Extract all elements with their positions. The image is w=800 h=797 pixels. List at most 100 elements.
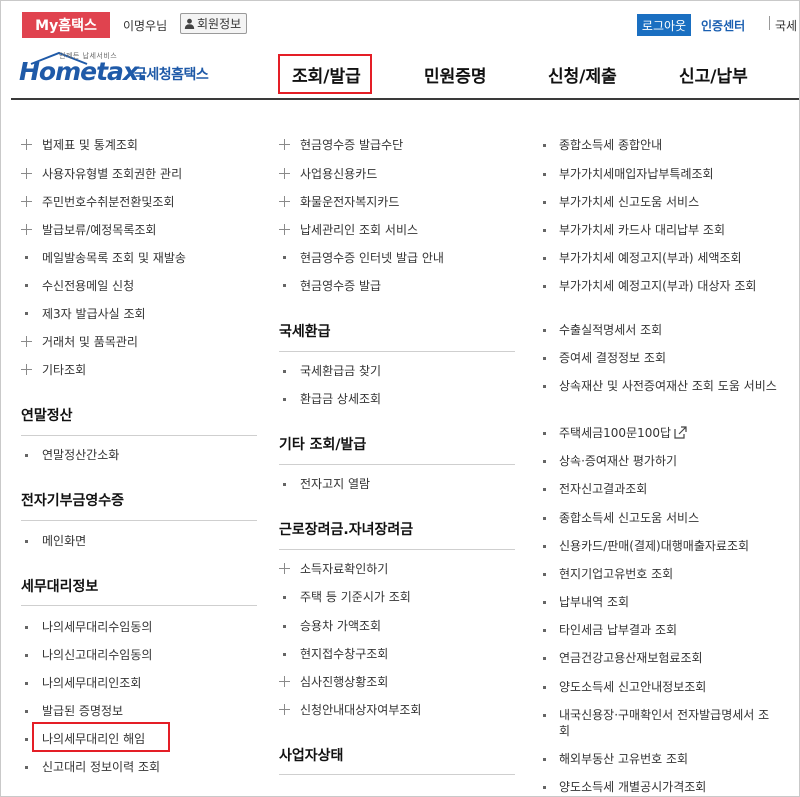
menu-item[interactable]: 제3자 발급사실 조회 bbox=[42, 306, 146, 322]
cert-center-link[interactable]: 인증센터 bbox=[701, 17, 745, 34]
menu-item[interactable]: 나의세무대리수임동의 bbox=[42, 619, 152, 635]
menu-item[interactable]: 주민번호수취분전환및조회 bbox=[42, 194, 174, 210]
menu-item[interactable]: 상속재산 및 사전증여재산 조회 도움 서비스 bbox=[559, 378, 777, 394]
section-title[interactable]: 사업자상태 bbox=[279, 745, 343, 765]
bullet-icon bbox=[283, 256, 286, 259]
bullet-icon bbox=[25, 454, 28, 457]
bullet-icon bbox=[543, 657, 546, 660]
menu-item[interactable]: 타인세금 납부결과 조회 bbox=[559, 622, 677, 638]
menu-item[interactable]: 메일발송목록 조회 및 재발송 bbox=[42, 250, 186, 266]
menu-item-label: 주택세금100문100답 bbox=[559, 426, 672, 440]
menu-item[interactable]: 양도소득세 신고안내정보조회 bbox=[559, 679, 706, 695]
menu-item[interactable]: 부가가치세매입자납부특례조회 bbox=[559, 166, 714, 182]
bullet-icon bbox=[543, 786, 546, 789]
menu-item[interactable]: 수출실적명세서 조회 bbox=[559, 322, 662, 338]
menu-item[interactable]: 현지기업고유번호 조회 bbox=[559, 566, 673, 582]
plus-icon bbox=[279, 168, 290, 179]
menu-item[interactable]: 주택세금100문100답 bbox=[559, 425, 687, 441]
member-info-button[interactable]: 회원정보 bbox=[180, 13, 248, 34]
menu-item[interactable]: 부가가치세 예정고지(부과) 세액조회 bbox=[559, 250, 742, 266]
menu-item[interactable]: 국세환급금 찾기 bbox=[300, 363, 381, 379]
section-title[interactable]: 연말정산 bbox=[21, 405, 73, 425]
bullet-icon bbox=[543, 686, 546, 689]
menu-item[interactable]: 승용차 가액조회 bbox=[300, 618, 381, 634]
menu-item[interactable]: 법제표 및 통계조회 bbox=[42, 137, 138, 153]
bullet-icon bbox=[283, 398, 286, 401]
page-frame: My홈택스 이명우님 회원정보 로그아웃 인증센터 국세 언제든 납세서비스 H… bbox=[0, 0, 800, 797]
menu-item[interactable]: 납부내역 조회 bbox=[559, 594, 629, 610]
menu-item[interactable]: 나의세무대리인조회 bbox=[42, 675, 141, 691]
menu-item[interactable]: 현금영수증 발급수단 bbox=[300, 137, 403, 153]
nav-report-payment[interactable]: 신고/납부 bbox=[679, 62, 748, 87]
nav-civil-certificate[interactable]: 민원증명 bbox=[424, 62, 487, 87]
menu-item[interactable]: 연금건강고용산재보험료조회 bbox=[559, 650, 703, 666]
section-title[interactable]: 전자기부금영수증 bbox=[21, 490, 124, 510]
menu-item[interactable]: 현금영수증 인터넷 발급 안내 bbox=[300, 250, 444, 266]
menu-item[interactable]: 사용자유형별 조회권한 관리 bbox=[42, 166, 182, 182]
menu-item[interactable]: 전자고지 열람 bbox=[300, 476, 370, 492]
menu-item[interactable]: 메인화면 bbox=[42, 533, 86, 549]
bullet-icon bbox=[543, 229, 546, 232]
menu-item[interactable]: 환급금 상세조회 bbox=[300, 391, 381, 407]
nav-application[interactable]: 신청/제출 bbox=[548, 62, 617, 87]
bullet-icon bbox=[543, 517, 546, 520]
menu-item[interactable]: 기타조회 bbox=[42, 362, 86, 378]
menu-item[interactable]: 발급된 증명정보 bbox=[42, 703, 123, 719]
menu-item[interactable]: 신용카드/판매(결제)대행매출자료조회 bbox=[559, 538, 749, 554]
section-divider bbox=[21, 435, 257, 436]
bullet-icon bbox=[543, 173, 546, 176]
bullet-icon bbox=[543, 201, 546, 204]
menu-item[interactable]: 부가가치세 예정고지(부과) 대상자 조회 bbox=[559, 278, 777, 294]
menu-item[interactable]: 소득자료확인하기 bbox=[300, 561, 388, 577]
menu-item[interactable]: 납세관리인 조회 서비스 bbox=[300, 222, 418, 238]
menu-item[interactable]: 부가가치세 신고도움 서비스 bbox=[559, 194, 699, 210]
menu-item[interactable]: 수신전용메일 신청 bbox=[42, 278, 134, 294]
menu-item[interactable]: 심사진행상황조회 bbox=[300, 674, 388, 690]
section-title[interactable]: 국세환급 bbox=[279, 321, 331, 341]
bullet-icon bbox=[283, 284, 286, 287]
section-title[interactable]: 세무대리정보 bbox=[21, 576, 98, 596]
menu-item[interactable]: 증여세 결정정보 조회 bbox=[559, 350, 666, 366]
bullet-icon bbox=[25, 626, 28, 629]
menu-item[interactable]: 신고대리 정보이력 조회 bbox=[42, 759, 160, 775]
plus-icon bbox=[279, 704, 290, 715]
menu-item[interactable]: 해외부동산 고유번호 조회 bbox=[559, 751, 688, 767]
bullet-icon bbox=[25, 284, 28, 287]
menu-item[interactable]: 전자신고결과조회 bbox=[559, 481, 647, 497]
section-title[interactable]: 기타 조회/발급 bbox=[279, 434, 366, 454]
menu-item[interactable]: 현지접수창구조회 bbox=[300, 646, 388, 662]
menu-item[interactable]: 거래처 및 품목관리 bbox=[42, 334, 138, 350]
bullet-icon bbox=[283, 370, 286, 373]
menu-item[interactable]: 현금영수증 발급 bbox=[300, 278, 381, 294]
bullet-icon bbox=[543, 357, 546, 360]
plus-icon bbox=[279, 224, 290, 235]
hometax-logo[interactable]: 언제든 납세서비스 Hometax. 국세청홈택스 bbox=[19, 47, 229, 89]
bullet-icon bbox=[543, 758, 546, 761]
bullet-icon bbox=[543, 573, 546, 576]
bullet-icon bbox=[25, 312, 28, 315]
menu-item[interactable]: 종합소득세 신고도움 서비스 bbox=[559, 510, 699, 526]
more-link[interactable]: 국세 bbox=[775, 17, 797, 34]
section-divider bbox=[21, 520, 257, 521]
section-title[interactable]: 근로장려금.자녀장려금 bbox=[279, 519, 413, 539]
menu-item[interactable]: 상속·증여재산 평가하기 bbox=[559, 453, 677, 469]
menu-item[interactable]: 종합소득세 종합안내 bbox=[559, 137, 662, 153]
menu-item[interactable]: 양도소득세 개별공시가격조회 bbox=[559, 779, 706, 795]
menu-item[interactable]: 발급보류/예정목록조회 bbox=[42, 222, 156, 238]
menu-item[interactable]: 나의신고대리수임동의 bbox=[42, 647, 152, 663]
external-link-icon bbox=[674, 426, 687, 439]
menu-item[interactable]: 연말정산간소화 bbox=[42, 447, 119, 463]
menu-item[interactable]: 내국신용장·구매확인서 전자발급명세서 조회 bbox=[559, 707, 777, 739]
bullet-icon bbox=[543, 714, 546, 717]
logout-button[interactable]: 로그아웃 bbox=[637, 14, 691, 36]
menu-item[interactable]: 부가가치세 카드사 대리납부 조회 bbox=[559, 222, 725, 238]
plus-icon bbox=[21, 139, 32, 150]
menu-item[interactable]: 신청안내대상자여부조회 bbox=[300, 702, 421, 718]
menu-item[interactable]: 주택 등 기준시가 조회 bbox=[300, 589, 411, 605]
bullet-icon bbox=[283, 653, 286, 656]
member-info-label: 회원정보 bbox=[197, 17, 242, 31]
menu-item[interactable]: 사업용신용카드 bbox=[300, 166, 377, 182]
menu-item[interactable]: 화물운전자복지카드 bbox=[300, 194, 399, 210]
user-icon bbox=[184, 18, 195, 29]
my-hometax-button[interactable]: My홈택스 bbox=[22, 12, 110, 38]
